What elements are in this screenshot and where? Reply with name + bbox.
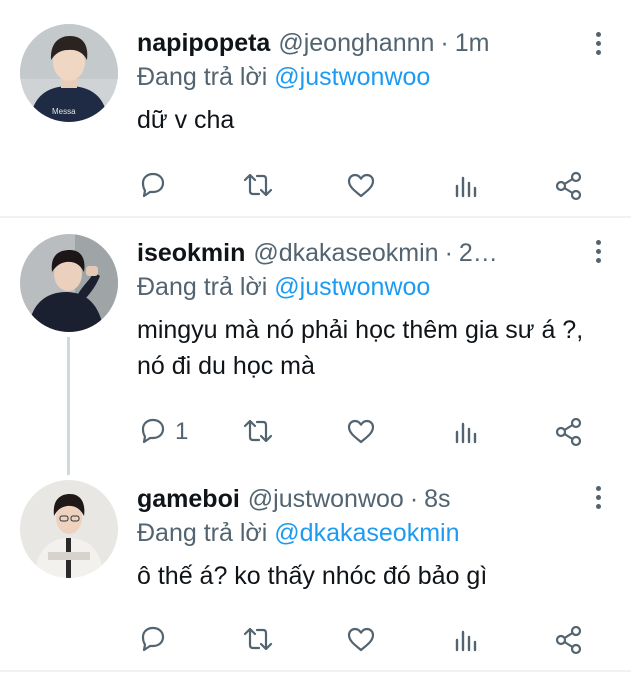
user-handle: @justwonwoo [247,484,404,513]
tweet-content: napipopeta @jeonghannn · 1m Đang trả lời… [137,26,621,138]
tweet-content: gameboi @justwonwoo · 8s Đang trả lời @d… [137,482,621,594]
replying-to: Đang trả lời @dkakaseokmin [137,516,621,550]
user-handle: @jeonghannn [278,28,435,57]
avatar[interactable]: Messa [20,24,118,122]
bottom-divider [0,670,631,672]
replying-to-label: Đang trả lời [137,519,268,547]
like-button[interactable] [345,414,377,450]
tweet-text: mingyu mà nó phải học thêm gia sư á ?, n… [137,316,584,380]
svg-text:Messa: Messa [52,107,76,116]
tweet-actions [137,168,597,204]
reply-icon [141,626,165,652]
share-button[interactable] [553,414,585,450]
tweet-actions: 1 [137,414,597,450]
avatar[interactable] [20,480,118,578]
timestamp[interactable]: 8s [424,485,450,514]
analytics-button[interactable] [449,414,481,450]
replying-to: Đang trả lời @justwonwoo [137,270,621,304]
share-icon [555,171,582,201]
like-icon [347,173,375,198]
separator-dot: · [409,484,419,513]
tweet-text: dữ v cha [137,106,235,134]
share-icon [555,417,582,447]
reply-icon [141,418,165,444]
share-button[interactable] [553,168,585,204]
retweet-icon [243,419,273,443]
reply-icon [141,172,165,198]
display-name[interactable]: napipopeta [137,29,270,58]
more-options-icon[interactable] [593,486,603,512]
analytics-button[interactable] [449,622,481,658]
separator-dot: · [440,28,449,57]
like-button[interactable] [345,622,377,658]
reply-count: 1 [175,418,189,445]
tweet-text: ô thế á? ko thấy nhóc đó bảo gì [137,562,488,590]
tweet-1[interactable]: Messa napipopeta @jeonghannn · 1m Đang t… [0,0,631,215]
analytics-icon [455,630,477,652]
separator-dot: · [444,238,453,267]
like-icon [347,419,375,444]
tweet-3[interactable]: gameboi @justwonwoo · 8s Đang trả lời @d… [0,466,631,674]
replying-to-label: Đang trả lời [137,63,268,91]
retweet-button[interactable] [241,622,275,658]
analytics-icon [455,422,477,444]
tweet-content: iseokmin @dkakaseokmin · 2… Đang trả lời… [137,236,621,384]
timestamp[interactable]: 1m [455,29,490,58]
display-name[interactable]: iseokmin [137,239,245,268]
like-icon [347,627,375,652]
reply-button[interactable] [137,168,175,204]
analytics-button[interactable] [449,168,481,204]
like-button[interactable] [345,168,377,204]
share-icon [555,625,582,655]
tweet-actions [137,622,597,658]
tweet-2[interactable]: iseokmin @dkakaseokmin · 2… Đang trả lời… [0,218,631,470]
tweet-header: napipopeta @jeonghannn · 1m [137,26,577,60]
mention-link[interactable]: @dkakaseokmin [274,519,459,547]
more-options-icon[interactable] [593,32,603,58]
retweet-button[interactable] [241,168,275,204]
share-button[interactable] [553,622,585,658]
retweet-icon [243,173,273,197]
analytics-icon [455,176,477,198]
display-name[interactable]: gameboi [137,485,240,514]
mention-link[interactable]: @justwonwoo [274,273,430,301]
mention-link[interactable]: @justwonwoo [274,63,430,91]
retweet-button[interactable] [241,414,275,450]
tweet-header: iseokmin @dkakaseokmin · 2… [137,236,577,270]
replying-to: Đang trả lời @justwonwoo [137,60,621,94]
more-options-icon[interactable] [593,240,603,266]
avatar[interactable] [20,234,118,332]
reply-button[interactable] [137,622,175,658]
retweet-icon [243,627,273,651]
timestamp[interactable]: 2… [459,239,498,268]
user-handle: @dkakaseokmin [253,238,439,267]
replying-to-label: Đang trả lời [137,273,268,301]
tweet-header: gameboi @justwonwoo · 8s [137,482,577,516]
reply-button[interactable]: 1 [137,414,188,450]
